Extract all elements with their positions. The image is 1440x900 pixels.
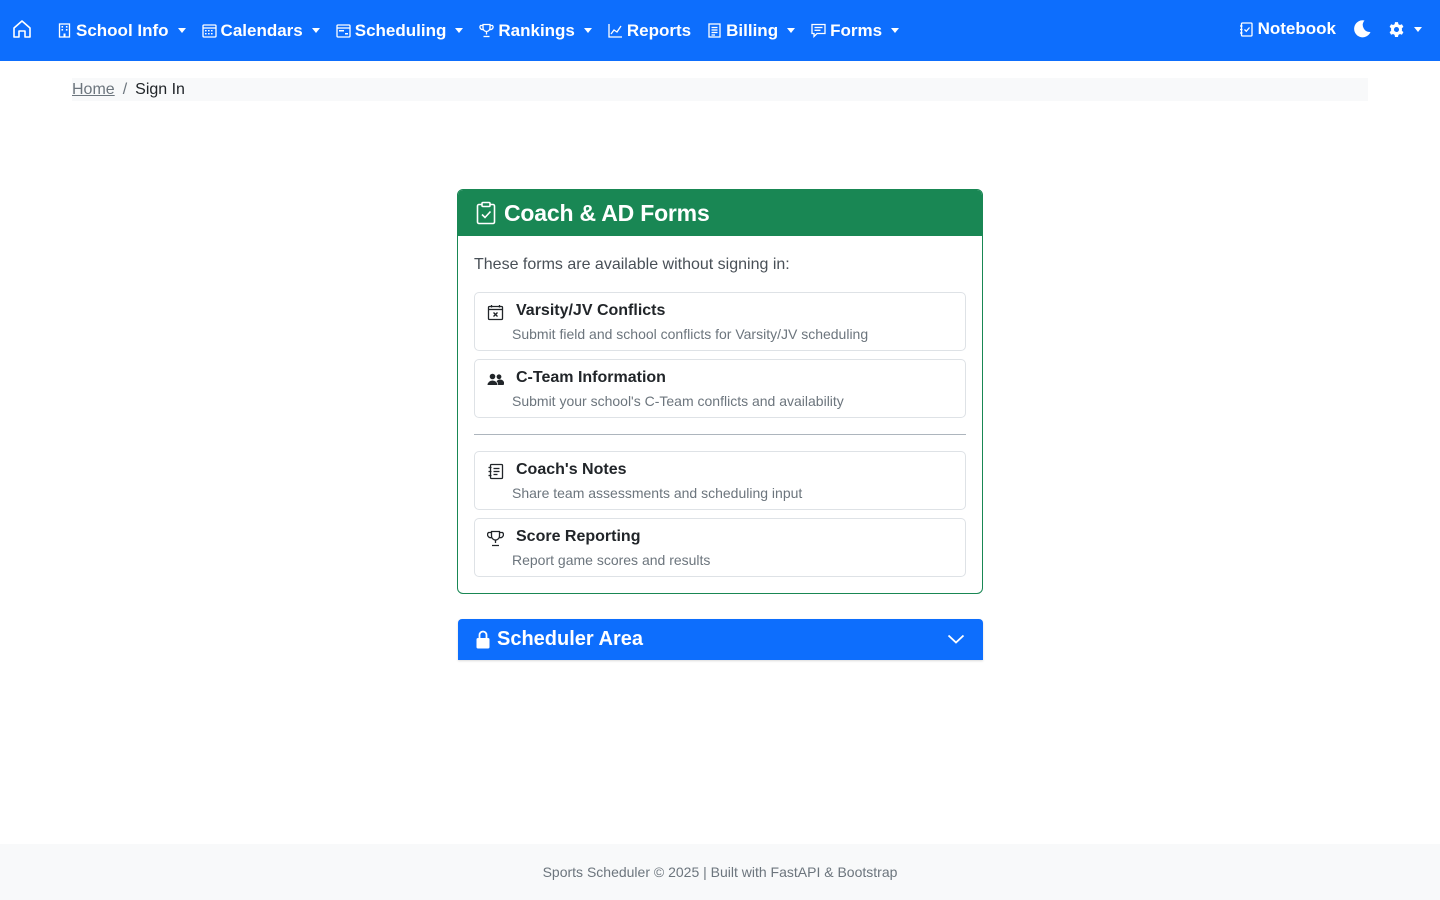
chat-square-text-icon bbox=[811, 23, 826, 38]
notebook-label: Notebook bbox=[1257, 19, 1336, 38]
gear-icon bbox=[1389, 21, 1404, 37]
form-item-description: Share team assessments and scheduling in… bbox=[512, 485, 803, 501]
caret-down-icon bbox=[177, 28, 186, 33]
journal-check-icon bbox=[1239, 21, 1253, 37]
nav-right-group: Notebook bbox=[1239, 0, 1422, 58]
nav-billing[interactable]: Billing bbox=[707, 20, 796, 41]
caret-down-icon bbox=[455, 28, 464, 33]
nav-calendars[interactable]: Calendars bbox=[201, 20, 320, 41]
notebook-link[interactable]: Notebook bbox=[1239, 19, 1336, 39]
settings-dropdown[interactable] bbox=[1388, 21, 1422, 38]
chevron-down-icon bbox=[947, 634, 965, 644]
form-link-c-team-information[interactable]: C-Team Information Submit your school's … bbox=[474, 359, 966, 418]
form-item-description: Report game scores and results bbox=[512, 552, 711, 568]
breadcrumb-home-link[interactable]: Home bbox=[72, 81, 115, 99]
form-item-title: C-Team Information bbox=[516, 369, 666, 386]
moon-icon[interactable] bbox=[1352, 19, 1372, 39]
nav-school-info[interactable]: School Info bbox=[57, 21, 186, 41]
building-icon bbox=[58, 23, 71, 38]
trophy-icon bbox=[487, 530, 504, 547]
card-intro-text: These forms are available without signin… bbox=[474, 256, 790, 273]
lock-icon bbox=[476, 630, 490, 649]
nav-school-info-label: School Info bbox=[76, 20, 169, 40]
calendar-grid-icon bbox=[201, 24, 217, 38]
form-link-coachs-notes[interactable]: Coach's Notes Share team assessments and… bbox=[474, 451, 966, 510]
breadcrumb-current: Sign In bbox=[135, 80, 185, 98]
form-item-title: Score Reporting bbox=[516, 528, 641, 545]
breadcrumb: Home / Sign In bbox=[72, 78, 1368, 101]
journal-text-icon bbox=[488, 463, 504, 480]
card-header: Coach & AD Forms bbox=[458, 190, 982, 236]
trophy-icon bbox=[479, 23, 495, 38]
nav-reports[interactable]: Reports bbox=[608, 21, 691, 41]
calendar-range-icon bbox=[336, 24, 351, 38]
clipboard-check-icon bbox=[476, 201, 496, 225]
graph-up-icon bbox=[608, 24, 622, 38]
caret-down-icon bbox=[787, 28, 796, 33]
form-link-score-reporting[interactable]: Score Reporting Report game scores and r… bbox=[474, 518, 966, 577]
calendar-x-icon bbox=[487, 305, 504, 321]
top-navbar: School Info Calendars Scheduling Ranking… bbox=[0, 0, 1440, 61]
nav-reports-label: Reports bbox=[626, 20, 692, 40]
nav-rankings[interactable]: Rankings bbox=[479, 21, 592, 41]
nav-scheduling[interactable]: Scheduling bbox=[336, 21, 464, 41]
coach-ad-forms-card: Coach & AD Forms These forms are availab… bbox=[457, 189, 983, 594]
footer: Sports Scheduler © 2025 | Built with Fas… bbox=[0, 844, 1440, 900]
nav-billing-label: Billing bbox=[726, 20, 779, 40]
caret-down-icon bbox=[583, 28, 592, 33]
nav-calendars-label: Calendars bbox=[220, 20, 303, 40]
nav-forms[interactable]: Forms bbox=[811, 20, 900, 41]
form-item-title: Coach's Notes bbox=[516, 461, 627, 478]
nav-forms-label: Forms bbox=[830, 20, 883, 40]
footer-text: Sports Scheduler © 2025 | Built with Fas… bbox=[542, 864, 898, 880]
house-icon[interactable] bbox=[11, 18, 33, 40]
nav-rankings-label: Rankings bbox=[498, 20, 575, 40]
caret-down-icon bbox=[891, 28, 900, 33]
form-item-description: Submit your school's C-Team conflicts an… bbox=[512, 393, 844, 409]
card-title: Coach & AD Forms bbox=[504, 199, 710, 226]
receipt-icon bbox=[708, 23, 721, 38]
nav-menu: School Info Calendars Scheduling Ranking… bbox=[57, 0, 915, 61]
scheduler-area-toggle[interactable]: Scheduler Area bbox=[458, 619, 983, 660]
form-item-title: Varsity/JV Conflicts bbox=[516, 302, 666, 319]
people-icon bbox=[487, 373, 504, 385]
breadcrumb-separator: / bbox=[122, 80, 128, 98]
caret-down-icon bbox=[311, 28, 320, 33]
form-link-varsity-jv-conflicts[interactable]: Varsity/JV Conflicts Submit field and sc… bbox=[474, 292, 966, 351]
caret-down-icon bbox=[1414, 26, 1422, 32]
forms-divider bbox=[474, 434, 966, 435]
nav-scheduling-label: Scheduling bbox=[354, 20, 447, 40]
scheduler-area-title: Scheduler Area bbox=[497, 628, 643, 650]
form-item-description: Submit field and school conflicts for Va… bbox=[512, 326, 869, 342]
